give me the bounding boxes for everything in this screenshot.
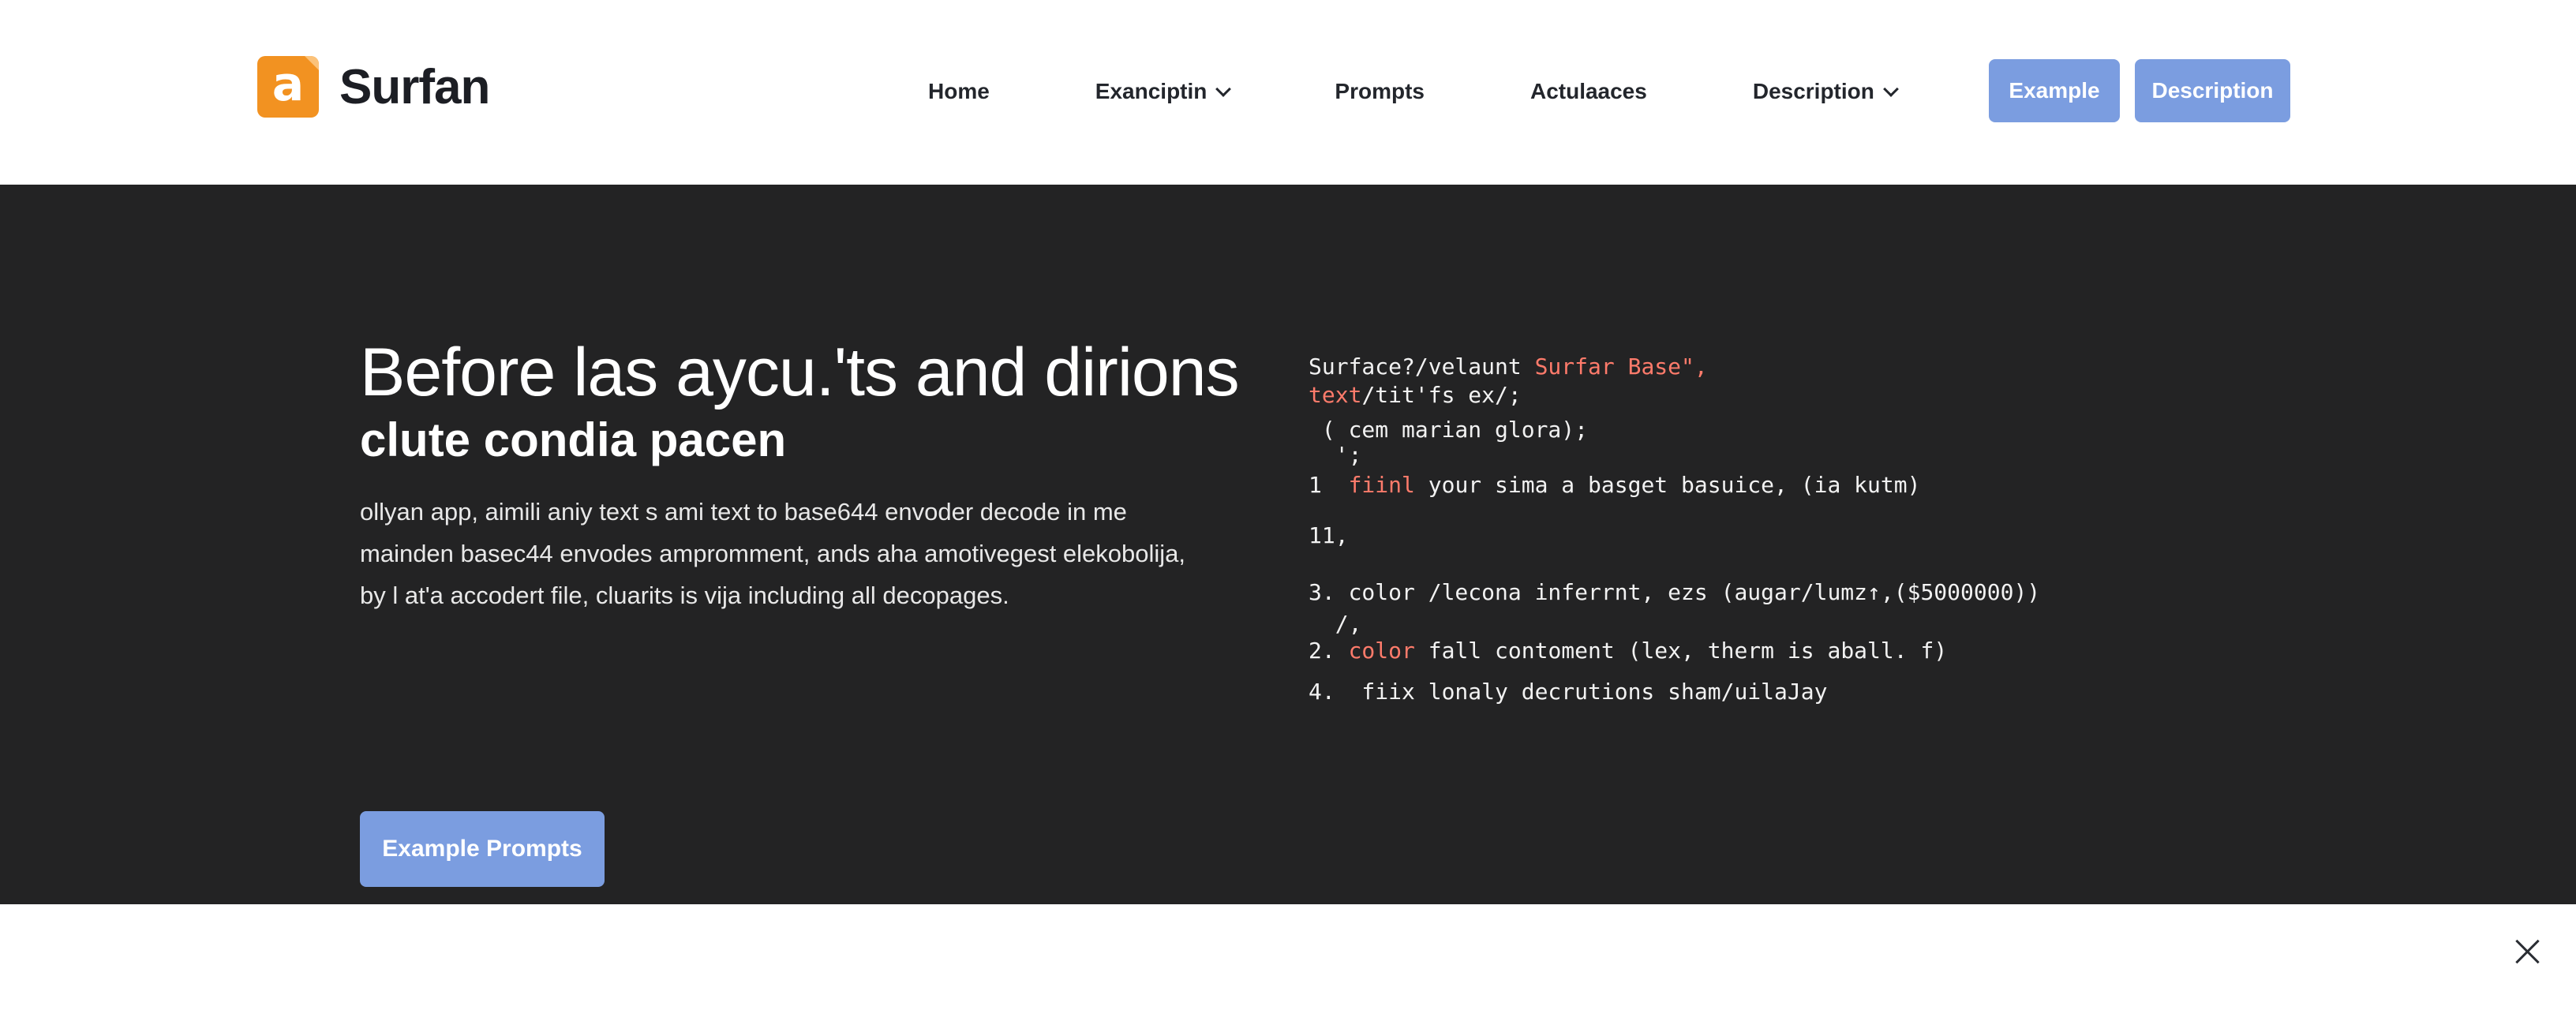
logo-icon: a xyxy=(257,56,319,118)
logo-glyph: a xyxy=(271,57,305,112)
hero-description-line: by l at'a accodert file, cluarits is vij… xyxy=(360,582,1009,609)
code-line: 3. color /lecona inferrnt, ezs (augar/lu… xyxy=(1309,579,2041,605)
code-line: Surface?/velaunt Surfar Base", xyxy=(1309,354,1708,380)
brand[interactable]: a Surfan xyxy=(257,55,490,118)
nav-exanciptin[interactable]: Exanciptin xyxy=(1095,79,1232,104)
code-token: /tit'fs ex/; xyxy=(1361,382,1522,408)
code-line: 11, xyxy=(1309,522,1349,548)
code-line: ( cem marian glora); xyxy=(1309,417,1589,443)
nav-home-label: Home xyxy=(928,79,990,103)
code-line: /, xyxy=(1309,611,1362,637)
chevron-down-icon xyxy=(1882,81,1899,97)
code-line: 2. color fall contoment (lex, therm is a… xyxy=(1309,638,1947,664)
chevron-down-icon xyxy=(1215,81,1232,97)
example-button[interactable]: Example xyxy=(1989,59,2120,122)
code-keyword: Surfar Base", xyxy=(1534,354,1708,380)
nav-prompts[interactable]: Prompts xyxy=(1335,79,1425,104)
code-token: your sima a basget basuice, (ia kutm) xyxy=(1414,472,1921,498)
nav-actulaaces-label: Actulaaces xyxy=(1530,79,1647,103)
nav-description[interactable]: Description xyxy=(1752,79,1899,104)
nav-actulaaces[interactable]: Actulaaces xyxy=(1530,79,1647,104)
hero-description: ollyan app, aimili aniy text s ami text … xyxy=(360,491,1267,616)
nav-description-label: Description xyxy=(1752,79,1874,103)
code-token: 2. xyxy=(1309,638,1349,664)
code-line: '; xyxy=(1309,442,1362,468)
code-token: 1 xyxy=(1309,472,1349,498)
code-line: 4. fiix lonaly decrutions sham/uilaJay xyxy=(1309,679,1828,705)
hero-content: Before las aycu.'ts and dirions clute co… xyxy=(360,333,1267,887)
hero-subtitle: clute condia pacen xyxy=(360,413,787,466)
brand-name: Surfan xyxy=(339,59,490,114)
hero-description-line: mainden basec44 envodes ampromment, ands… xyxy=(360,540,1186,567)
code-token: fall contoment (lex, therm is aball. f) xyxy=(1414,638,1948,664)
close-icon[interactable] xyxy=(2511,936,2543,967)
hero-title: Before las aycu.'ts and dirions xyxy=(360,335,1240,410)
hero-section: Before las aycu.'ts and dirions clute co… xyxy=(0,185,2576,904)
code-keyword: fiinl xyxy=(1348,472,1415,498)
code-token: Surface?/velaunt xyxy=(1309,354,1535,380)
example-prompts-button[interactable]: Example Prompts xyxy=(360,811,605,887)
description-button[interactable]: Description xyxy=(2135,59,2290,122)
code-keyword: color xyxy=(1348,638,1415,664)
code-line: 1 fiinl your sima a basget basuice, (ia … xyxy=(1309,472,1920,498)
main-nav: Home Exanciptin Prompts Actulaaces Descr… xyxy=(928,68,1899,115)
hero-description-line: ollyan app, aimili aniy text s ami text … xyxy=(360,498,1127,526)
site-header: a Surfan Home Exanciptin Prompts Actulaa… xyxy=(0,0,2576,185)
bottom-banner xyxy=(0,904,2576,1010)
code-line: text/tit'fs ex/; xyxy=(1309,382,1522,408)
nav-prompts-label: Prompts xyxy=(1335,79,1425,103)
nav-home[interactable]: Home xyxy=(928,79,990,104)
code-keyword: text xyxy=(1309,382,1362,408)
nav-exanciptin-label: Exanciptin xyxy=(1095,79,1208,103)
